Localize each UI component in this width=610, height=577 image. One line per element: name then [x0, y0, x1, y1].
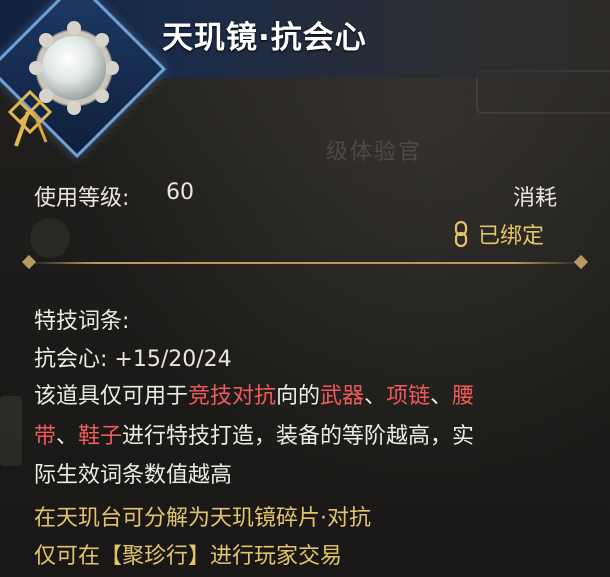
desc-text: 、 [364, 384, 387, 409]
background-panel-ghost [0, 396, 22, 466]
keyword-belt-start: 腰 [452, 384, 475, 409]
special-attribute-heading: 特技词条: [34, 309, 130, 334]
divider-cap-right [573, 254, 589, 270]
bind-status: 已绑定 [454, 218, 544, 250]
bind-status-text: 已绑定 [478, 224, 545, 249]
keyword-shoes: 鞋子 [78, 424, 123, 449]
level-requirement-label: 使用等级: [34, 186, 130, 211]
keyword-weapon: 武器 [320, 384, 365, 409]
description-line-2: 带、鞋子进行特技打造，装备的等阶越高，实 [34, 418, 474, 450]
section-divider [28, 262, 580, 264]
background-orb-ghost [30, 218, 70, 258]
desc-text: 进行特技打造，装备的等阶越高，实 [122, 424, 475, 449]
desc-text: 向的 [276, 384, 321, 409]
stat-value: +15/20/24 [114, 347, 232, 372]
decompose-info: 在天玑台可分解为天玑镜碎片·对抗 [34, 506, 371, 531]
desc-text: 、 [56, 424, 79, 449]
divider-cap-left [21, 254, 37, 270]
stat-name: 抗会心: [34, 347, 108, 372]
mirror-orb-icon [7, 21, 119, 147]
trade-restriction: 仅可在【聚珍行】进行玩家交易 [34, 544, 343, 569]
background-label-ghost: 级体验官 [326, 140, 423, 165]
desc-text: 该道具仅可用于 [34, 384, 189, 409]
description-line-1: 该道具仅可用于竞技对抗向的武器、项链、腰 [34, 378, 474, 410]
item-title: 天玑镜·抗会心 [162, 20, 367, 56]
chain-link-icon [454, 221, 468, 247]
keyword-arena: 竞技对抗 [188, 384, 277, 409]
keyword-necklace: 项链 [386, 384, 431, 409]
description-line-3: 际生效词条数值越高 [34, 463, 233, 488]
item-tooltip: 级体验官 天玑镜·抗会心 使用等级: 60 消耗 已绑定 特技词条: 抗会心: … [0, 0, 610, 577]
level-requirement-value: 60 [166, 180, 194, 205]
item-type: 消耗 [513, 186, 558, 211]
stat-line: 抗会心: +15/20/24 [34, 341, 232, 373]
desc-text: 、 [430, 384, 453, 409]
keyword-belt-end: 带 [34, 424, 57, 449]
